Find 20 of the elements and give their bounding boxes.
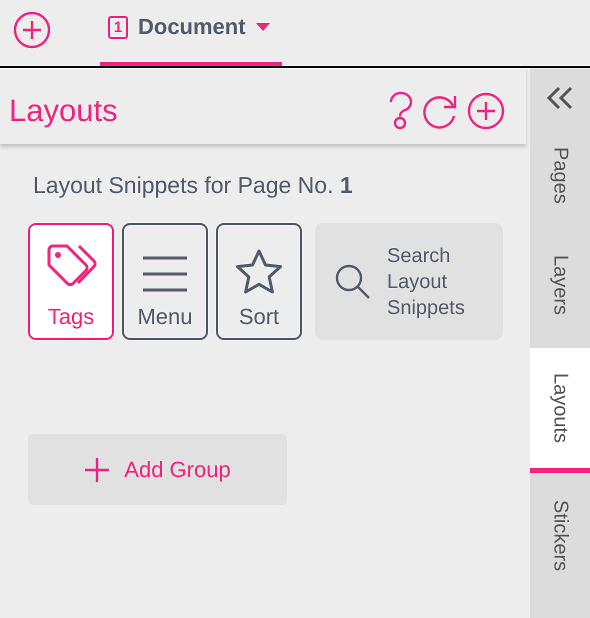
- sort-button[interactable]: Sort: [216, 223, 302, 340]
- collapse-icon[interactable]: [546, 86, 574, 110]
- page-snippets-heading: Layout Snippets for Page No. 1: [33, 172, 354, 199]
- tags-button[interactable]: Tags: [28, 223, 114, 340]
- star-icon: [233, 248, 285, 296]
- document-tab[interactable]: 1 Document: [100, 0, 282, 66]
- menu-button[interactable]: Menu: [122, 223, 208, 340]
- dropdown-caret-icon: [256, 23, 270, 31]
- page-number-badge: 1: [108, 16, 128, 38]
- sidebar-tab[interactable]: Pages: [530, 128, 590, 228]
- sidebar-tab[interactable]: Layers: [530, 228, 590, 348]
- search-snippets-button[interactable]: Search Layout Snippets: [315, 223, 503, 340]
- add-icon[interactable]: [466, 91, 506, 131]
- sidebar-tab[interactable]: Stickers: [530, 473, 590, 603]
- add-group-button[interactable]: Add Group: [28, 434, 287, 505]
- help-icon[interactable]: [388, 91, 414, 131]
- sidebar-tab[interactable]: Layouts: [530, 348, 590, 473]
- panel-title: Layouts: [9, 93, 119, 129]
- add-document-icon[interactable]: [12, 10, 52, 50]
- plus-icon: [84, 456, 110, 482]
